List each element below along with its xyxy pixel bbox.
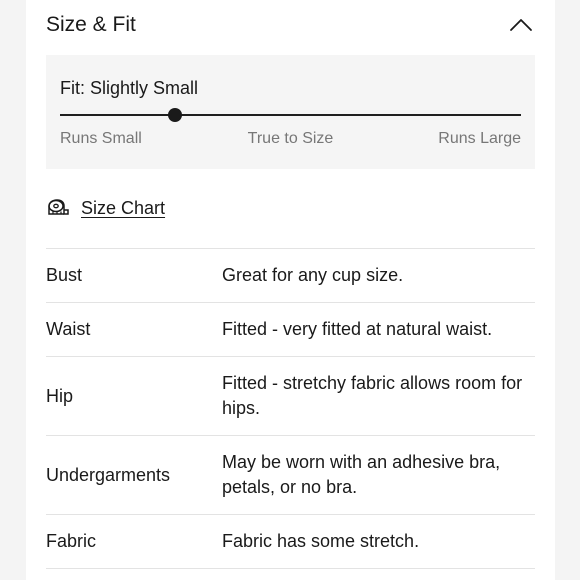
size-fit-header[interactable]: Size & Fit: [46, 10, 535, 40]
section-title: Size & Fit: [46, 13, 136, 36]
row-value: Fitted - very fitted at natural waist.: [222, 319, 493, 339]
fit-scale-box: Fit: Slightly Small Runs Small True to S…: [46, 55, 535, 169]
table-row: Fabric Fabric has some stretch.: [46, 514, 535, 569]
row-label: Hip: [46, 385, 74, 406]
collapse-button[interactable]: [509, 12, 533, 36]
row-value: Great for any cup size.: [222, 265, 404, 285]
row-label: Undergarments: [46, 464, 171, 485]
chevron-up-icon: [510, 19, 532, 31]
fit-label: Fit: Slightly Small: [60, 78, 199, 98]
fit-scale-runs-large: Runs Large: [438, 130, 521, 147]
row-label: Waist: [46, 319, 91, 339]
table-row: Undergarments May be worn with an adhesi…: [46, 435, 535, 514]
size-chart-link[interactable]: Size Chart: [46, 195, 165, 221]
row-value: Fabric has some stretch.: [222, 531, 420, 551]
row-value: Fitted - stretchy fabric allows room for…: [222, 373, 523, 418]
fit-slider-knob: [168, 108, 183, 122]
measuring-tape-icon: [48, 199, 69, 215]
table-row: Waist Fitted - very fitted at natural wa…: [46, 302, 535, 356]
table-row: Bust Great for any cup size.: [46, 248, 535, 302]
row-value: May be worn with an adhesive bra, petals…: [222, 452, 501, 497]
fit-slider-track: [60, 108, 521, 122]
row-label: Bust: [46, 265, 83, 285]
table-row: Hip Fitted - stretchy fabric allows room…: [46, 356, 535, 435]
size-details-table: Bust Great for any cup size. Waist Fitte…: [46, 248, 535, 569]
row-label: Fabric: [46, 531, 97, 551]
size-chart-label[interactable]: Size Chart: [81, 198, 165, 219]
